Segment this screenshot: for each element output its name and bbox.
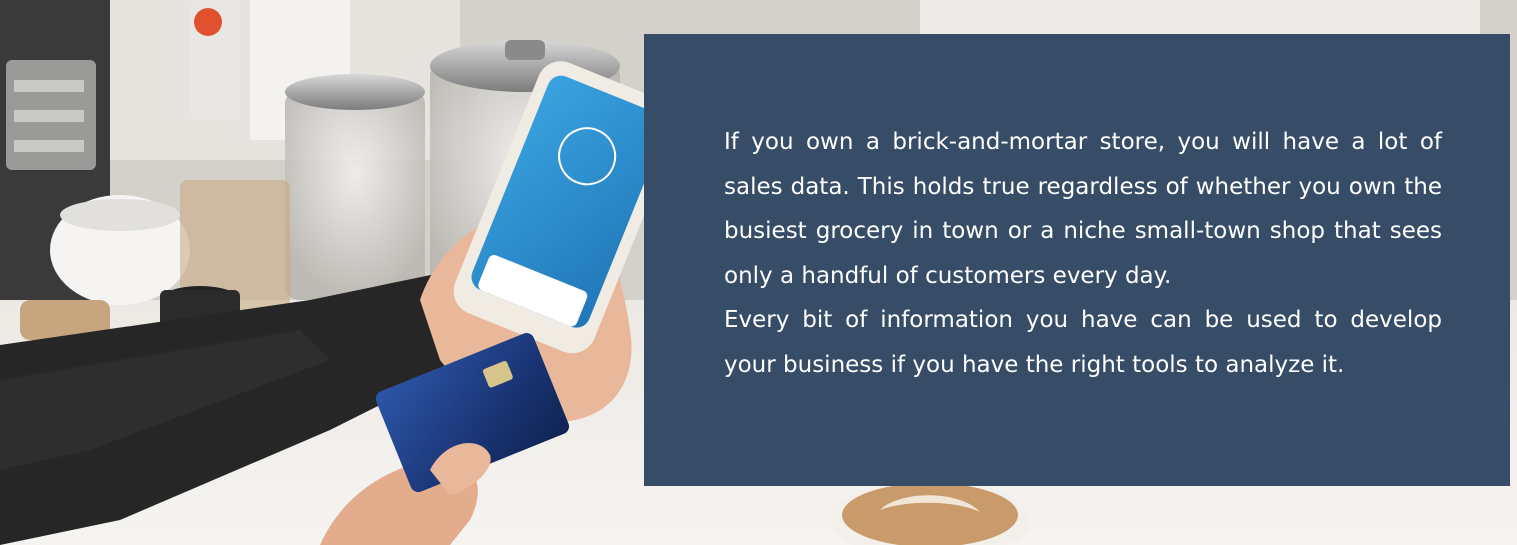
paragraph-develop-business: Every bit of information you have can be… [724, 307, 1442, 378]
paragraph-sales-data: If you own a brick-and-mortar store, you… [724, 129, 1442, 289]
hero-section: If you own a brick-and-mortar store, you… [0, 0, 1517, 545]
info-panel: If you own a brick-and-mortar store, you… [644, 34, 1510, 486]
